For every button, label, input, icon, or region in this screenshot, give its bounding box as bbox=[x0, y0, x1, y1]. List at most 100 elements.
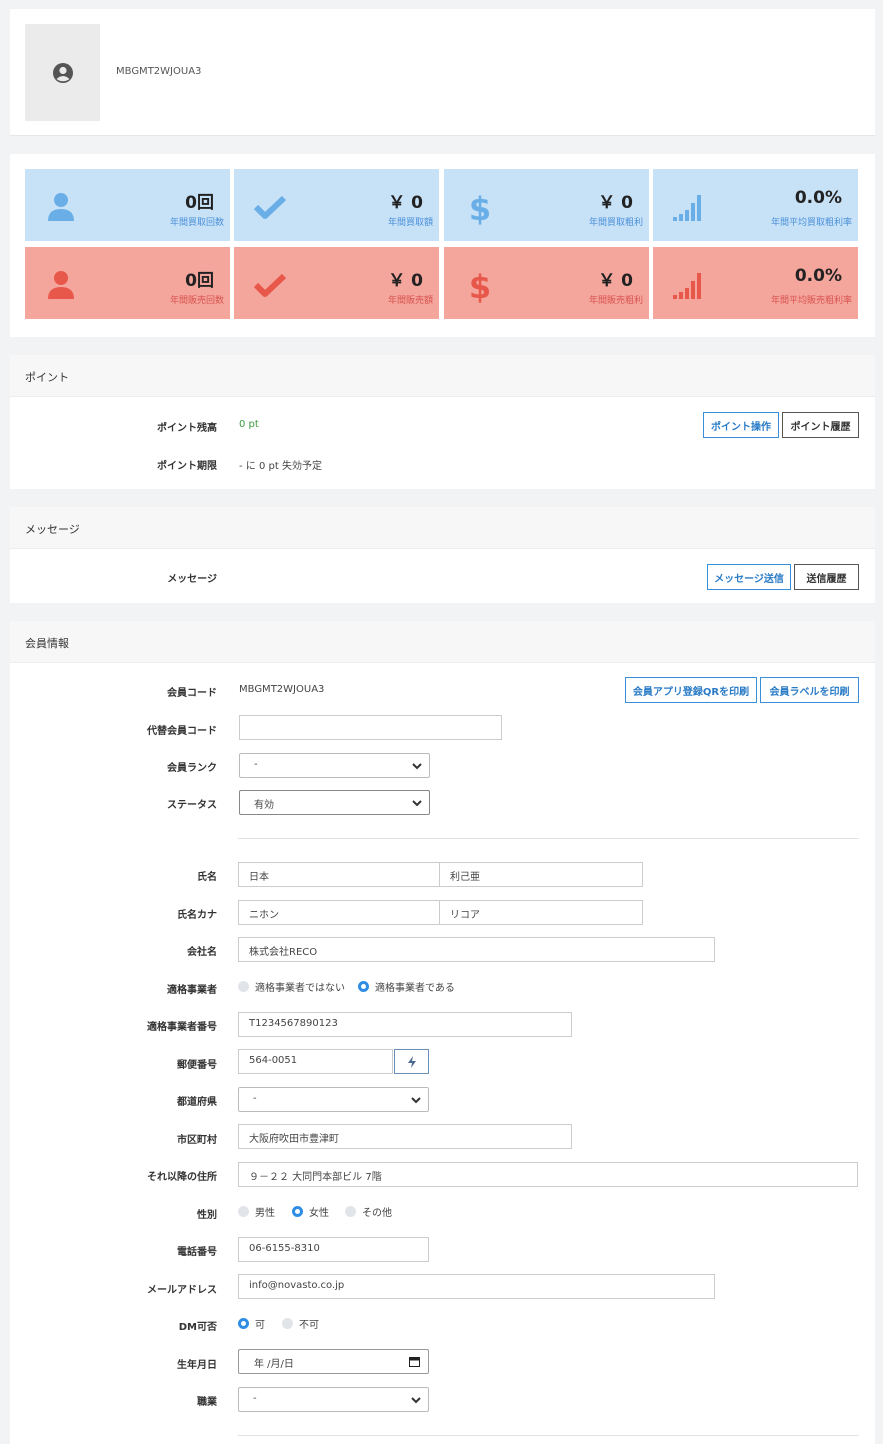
points-history-button[interactable]: ポイント履歴 bbox=[782, 412, 859, 438]
email-input[interactable]: info@novasto.co.jp bbox=[238, 1274, 715, 1299]
member-code-value: MBGMT2WJOUA3 bbox=[239, 684, 325, 695]
radio-label: その他 bbox=[362, 1208, 392, 1219]
bolt-icon bbox=[407, 1055, 416, 1068]
stat-label: 年間買取額 bbox=[387, 218, 433, 228]
prefecture-select[interactable]: - bbox=[238, 1087, 429, 1112]
company-input[interactable]: 株式会社RECO bbox=[238, 937, 715, 962]
stat-tile-buy-profit: $ ￥ 0 年間買取粗利 bbox=[444, 169, 649, 241]
radio-on-icon bbox=[358, 981, 369, 992]
job-select[interactable]: - bbox=[238, 1387, 429, 1412]
user-icon bbox=[48, 271, 74, 299]
points-operate-button[interactable]: ポイント操作 bbox=[703, 412, 779, 438]
stat-value: ￥ 0 bbox=[598, 271, 633, 291]
profile-member-code: MBGMT2WJOUA3 bbox=[116, 66, 202, 77]
qualified-radio-yes[interactable]: 適格事業者である bbox=[358, 979, 455, 994]
stat-value: 0回 bbox=[185, 271, 214, 291]
stat-value: 0回 bbox=[185, 193, 214, 213]
gender-radio-male[interactable]: 男性 bbox=[238, 1204, 275, 1219]
print-member-label-button[interactable]: 会員ラベルを印刷 bbox=[760, 677, 859, 703]
avatar bbox=[25, 24, 100, 121]
qualified-number-input[interactable]: T1234567890123 bbox=[238, 1012, 572, 1037]
radio-off-icon bbox=[238, 981, 249, 992]
zip-label: 郵便番号 bbox=[177, 1060, 217, 1071]
job-select-value: - bbox=[253, 1393, 257, 1404]
rank-label: 会員ランク bbox=[167, 763, 217, 774]
radio-label: 男性 bbox=[255, 1208, 275, 1219]
calendar-icon bbox=[409, 1357, 420, 1367]
alt-code-input[interactable] bbox=[239, 715, 502, 740]
stat-label: 年間買取回数 bbox=[169, 218, 224, 228]
stat-tile-buy-rate: 0.0% 年間平均買取粗利率 bbox=[653, 169, 858, 241]
stat-tile-buy-count: 0回 年間買取回数 bbox=[25, 169, 230, 241]
zip-lookup-button[interactable] bbox=[394, 1049, 429, 1074]
profile-card: MBGMT2WJOUA3 bbox=[10, 9, 875, 136]
dm-radio-no[interactable]: 不可 bbox=[282, 1316, 319, 1331]
stat-tile-buy-amount: ￥ 0 年間買取額 bbox=[234, 169, 439, 241]
alt-code-label: 代替会員コード bbox=[147, 726, 217, 737]
points-balance-value: 0 pt bbox=[239, 419, 259, 430]
message-label: メッセージ bbox=[167, 574, 217, 585]
qualified-radio-no[interactable]: 適格事業者ではない bbox=[238, 979, 345, 994]
radio-off-icon bbox=[282, 1318, 293, 1329]
radio-on-icon bbox=[238, 1318, 249, 1329]
stat-label: 年間平均販売粗利率 bbox=[770, 296, 852, 306]
city-label: 市区町村 bbox=[177, 1135, 217, 1146]
points-expiry-value: - に 0 pt 失効予定 bbox=[239, 461, 322, 472]
stat-tile-sell-count: 0回 年間販売回数 bbox=[25, 247, 230, 319]
first-name-input[interactable]: 利己亜 bbox=[439, 862, 643, 887]
city-input[interactable]: 大阪府吹田市豊津町 bbox=[238, 1124, 572, 1149]
qualified-number-label: 適格事業者番号 bbox=[147, 1022, 217, 1033]
qualified-label: 適格事業者 bbox=[167, 985, 217, 996]
gender-radio-female[interactable]: 女性 bbox=[292, 1204, 329, 1219]
last-name-input[interactable]: 日本 bbox=[238, 862, 440, 887]
radio-label: 可 bbox=[255, 1320, 265, 1331]
chevron-down-icon bbox=[412, 763, 422, 770]
check-icon bbox=[253, 273, 287, 297]
stat-label: 年間買取粗利 bbox=[588, 218, 643, 228]
signal-bars-icon bbox=[673, 273, 701, 299]
first-kana-input[interactable]: リコア bbox=[439, 900, 643, 925]
svg-text:$: $ bbox=[469, 190, 491, 225]
rank-select[interactable]: - bbox=[239, 753, 430, 778]
check-icon bbox=[253, 195, 287, 219]
chevron-down-icon bbox=[412, 800, 422, 807]
status-select[interactable]: 有効 bbox=[239, 790, 430, 815]
member-info-panel: 会員情報 会員コード MBGMT2WJOUA3 会員アプリ登録QRを印刷 会員ラ… bbox=[10, 621, 875, 1444]
gender-label: 性別 bbox=[197, 1210, 217, 1221]
stat-tile-sell-profit: $ ￥ 0 年間販売粗利 bbox=[444, 247, 649, 319]
birthday-input[interactable]: 年 /月/日 bbox=[238, 1349, 429, 1374]
kana-label: 氏名カナ bbox=[177, 910, 217, 921]
send-message-button[interactable]: メッセージ送信 bbox=[707, 564, 791, 590]
status-label: ステータス bbox=[167, 800, 217, 811]
stats-panel: 0回 年間買取回数 ￥ 0 年間買取額 $ ￥ 0 年間買取粗利 0.0% 年間… bbox=[10, 154, 875, 337]
dm-radio-yes[interactable]: 可 bbox=[238, 1316, 265, 1331]
stat-value: ￥ 0 bbox=[388, 271, 423, 291]
points-panel: ポイント ポイント残高 0 pt ポイント操作 ポイント履歴 ポイント期限 - … bbox=[10, 355, 875, 489]
stat-label: 年間販売粗利 bbox=[588, 296, 643, 306]
last-kana-input[interactable]: ニホン bbox=[238, 900, 440, 925]
address-input[interactable]: ９－２２ 大同門本部ビル 7階 bbox=[238, 1162, 858, 1187]
user-circle-icon bbox=[52, 62, 73, 83]
phone-input[interactable]: 06-6155-8310 bbox=[238, 1237, 429, 1262]
messages-header: メッセージ bbox=[10, 507, 875, 549]
address-label: それ以降の住所 bbox=[147, 1172, 217, 1183]
user-icon bbox=[48, 193, 74, 221]
zip-input[interactable]: 564-0051 bbox=[238, 1049, 393, 1074]
stat-label: 年間販売額 bbox=[387, 296, 433, 306]
print-app-qr-button[interactable]: 会員アプリ登録QRを印刷 bbox=[625, 677, 757, 703]
radio-on-icon bbox=[292, 1206, 303, 1217]
send-history-button[interactable]: 送信履歴 bbox=[794, 564, 859, 590]
stat-value: 0.0% bbox=[794, 266, 842, 286]
divider bbox=[238, 838, 859, 839]
email-label: メールアドレス bbox=[147, 1285, 217, 1296]
gender-radio-other[interactable]: その他 bbox=[345, 1204, 392, 1219]
radio-label: 適格事業者ではない bbox=[255, 983, 345, 994]
birthday-label: 生年月日 bbox=[177, 1360, 217, 1371]
member-info-header: 会員情報 bbox=[10, 621, 875, 663]
rank-select-value: - bbox=[254, 759, 258, 770]
birthday-value: 年 /月/日 bbox=[254, 1359, 294, 1370]
status-select-value: 有効 bbox=[254, 800, 274, 811]
chevron-down-icon bbox=[411, 1397, 421, 1404]
dm-label: DM可否 bbox=[178, 1322, 217, 1333]
company-label: 会社名 bbox=[187, 947, 217, 958]
